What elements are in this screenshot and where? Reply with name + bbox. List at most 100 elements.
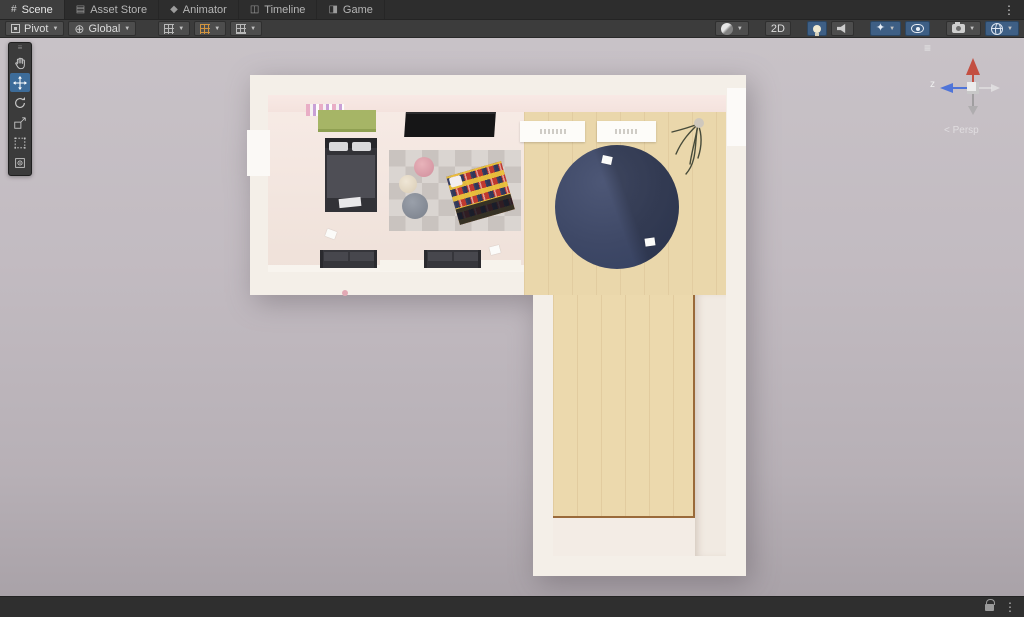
tab-label: Animator xyxy=(182,3,227,16)
chevron-down-icon: ▼ xyxy=(178,25,185,32)
snap-increment-icon xyxy=(236,23,247,34)
pouf-pink[interactable] xyxy=(414,157,434,177)
eye-icon xyxy=(911,24,925,33)
asset-store-tab-icon: ▤ xyxy=(75,4,86,15)
small-object[interactable] xyxy=(342,290,348,296)
rotate-tool-button[interactable] xyxy=(10,93,30,112)
tab-timeline[interactable]: ◫ Timeline xyxy=(239,0,318,19)
gizmos-dropdown[interactable]: ▼ xyxy=(985,21,1019,36)
gizmo-x-axis-cone[interactable] xyxy=(991,84,1000,92)
rect-tool-button[interactable] xyxy=(10,133,30,152)
gizmo-z-axis-cone[interactable] xyxy=(940,83,953,93)
gizmo-y-axis-cone[interactable] xyxy=(966,58,980,75)
tab-scene[interactable]: # Scene xyxy=(0,0,65,19)
scene-tab-icon: # xyxy=(11,4,17,15)
chevron-down-icon: ▼ xyxy=(250,25,257,32)
potted-plant[interactable] xyxy=(668,110,710,180)
paper[interactable] xyxy=(644,237,656,247)
room-model xyxy=(0,38,1024,596)
globe-icon: ⊕ xyxy=(74,21,85,36)
speaker-icon xyxy=(836,23,846,34)
status-bar: ⋮ xyxy=(0,596,1024,617)
tv-screen[interactable] xyxy=(404,112,496,137)
chevron-down-icon: ▼ xyxy=(214,25,221,32)
toggle-2d-button[interactable]: 2D xyxy=(764,21,791,36)
sofa-cushion xyxy=(350,252,374,261)
chevron-down-icon: ▼ xyxy=(124,25,131,32)
animator-tab-icon: ◆ xyxy=(170,4,178,15)
scene-toolbar: Pivot ▼ ⊕ Global ▼ ▼ ▼ ▼ ▼ 2D ✦ ▼ ▼ ▼ xyxy=(0,20,1024,38)
shaded-sphere-icon xyxy=(720,22,733,35)
scene-lighting-toggle[interactable] xyxy=(806,21,827,36)
scale-icon xyxy=(14,116,26,129)
handle-rotation-dropdown[interactable]: ⊕ Global ▼ xyxy=(68,21,137,36)
wall-frame-1[interactable] xyxy=(520,121,585,142)
grid-visibility-dropdown[interactable]: ▼ xyxy=(158,21,191,36)
sofa-cushion xyxy=(428,252,452,261)
round-navy-rug[interactable] xyxy=(555,145,679,269)
scene-visibility-toggle[interactable] xyxy=(905,21,931,36)
tab-label: Timeline xyxy=(264,3,306,16)
chevron-down-icon: ▼ xyxy=(969,25,976,32)
chevron-down-icon: ▼ xyxy=(1007,25,1013,32)
grid-icon xyxy=(164,23,175,34)
move-icon xyxy=(13,75,27,90)
sofa-cushion xyxy=(324,252,348,261)
tab-game[interactable]: ◨ Game xyxy=(317,0,385,19)
camera-settings-dropdown[interactable]: ▼ xyxy=(946,21,982,36)
green-sideboard[interactable] xyxy=(318,110,376,132)
audio-toggle[interactable] xyxy=(830,21,854,36)
scene-viewport[interactable]: ≡ ≡ z < Persp xyxy=(0,38,1024,596)
unity-editor-window: # Scene ▤ Asset Store ◆ Animator ◫ Timel… xyxy=(0,0,1024,617)
pillow xyxy=(329,142,348,151)
lock-icon[interactable] xyxy=(985,598,995,611)
2d-label: 2D xyxy=(770,22,785,35)
scale-tool-button[interactable] xyxy=(10,113,30,132)
sofa-cushion xyxy=(454,252,478,261)
effects-dropdown[interactable]: ✦ ▼ xyxy=(869,21,902,36)
gizmo-projection-label[interactable]: < Persp xyxy=(944,126,979,136)
sofa-right[interactable] xyxy=(424,250,481,268)
scene-overlay-menu-icon[interactable]: ≡ xyxy=(924,42,931,54)
tab-label: Scene xyxy=(21,3,53,16)
timeline-tab-icon: ◫ xyxy=(249,4,260,15)
wall-frame-2[interactable] xyxy=(597,121,656,142)
tool-palette: ≡ xyxy=(8,42,32,176)
effects-star-icon: ✦ xyxy=(875,22,886,34)
snap-increment-dropdown[interactable]: ▼ xyxy=(230,21,263,36)
gizmo-down-axis-cone[interactable] xyxy=(968,106,978,115)
chevron-down-icon: ▼ xyxy=(52,25,59,32)
lightbulb-icon xyxy=(812,24,821,36)
tab-asset-store[interactable]: ▤ Asset Store xyxy=(65,0,160,19)
hallway-wood-floor[interactable] xyxy=(553,295,695,516)
hallway-side-floor[interactable] xyxy=(695,295,726,556)
tab-bar-menu-icon[interactable]: ⋮ xyxy=(994,0,1024,19)
gizmo-center-cube[interactable] xyxy=(967,82,979,94)
pouf-gray[interactable] xyxy=(402,193,428,219)
snap-grid-icon xyxy=(200,23,211,34)
tab-animator[interactable]: ◆ Animator xyxy=(159,0,239,19)
chevron-down-icon: ▼ xyxy=(736,25,743,32)
pouf-cream[interactable] xyxy=(399,175,417,193)
pivot-icon xyxy=(11,24,20,33)
game-tab-icon: ◨ xyxy=(328,4,338,15)
tab-bar: # Scene ▤ Asset Store ◆ Animator ◫ Timel… xyxy=(0,0,1024,20)
move-tool-button[interactable] xyxy=(10,73,30,92)
window-right[interactable] xyxy=(727,88,746,146)
global-label: Global xyxy=(88,22,121,35)
entry-floor[interactable] xyxy=(553,518,695,556)
bed[interactable] xyxy=(325,138,377,212)
transform-tool-button[interactable] xyxy=(10,153,30,172)
transform-icon xyxy=(15,157,25,168)
camera-icon xyxy=(952,22,966,33)
hand-tool-button[interactable] xyxy=(10,53,30,72)
chevron-down-icon: ▼ xyxy=(889,25,896,32)
sofa-left[interactable] xyxy=(320,250,377,268)
window-left[interactable] xyxy=(247,130,270,176)
pivot-dropdown[interactable]: Pivot ▼ xyxy=(5,21,65,36)
status-bar-menu-icon[interactable]: ⋮ xyxy=(1004,601,1016,613)
palette-drag-handle[interactable]: ≡ xyxy=(9,44,31,52)
draw-mode-dropdown[interactable]: ▼ xyxy=(714,21,749,36)
bed-blanket xyxy=(327,155,375,198)
grid-snap-dropdown[interactable]: ▼ xyxy=(194,21,227,36)
